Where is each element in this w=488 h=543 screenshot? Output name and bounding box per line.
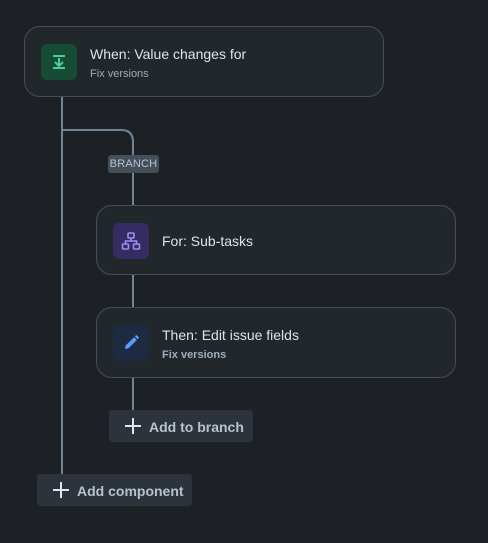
add-component-button[interactable]: Add component bbox=[37, 474, 192, 506]
download-tray-icon bbox=[53, 55, 65, 69]
branch-connector-line-2 bbox=[132, 274, 134, 308]
branch-for-icon-tile bbox=[113, 223, 149, 259]
branch-badge: BRANCH bbox=[108, 155, 159, 173]
trigger-title: When: Value changes for bbox=[90, 46, 247, 62]
trigger-subtitle: Fix versions bbox=[90, 68, 149, 80]
branch-for-card[interactable]: For: Sub-tasks bbox=[96, 205, 456, 275]
pencil-icon bbox=[125, 335, 139, 349]
plus-icon bbox=[125, 418, 141, 434]
branch-action-title: Then: Edit issue fields bbox=[162, 327, 299, 343]
branch-action-icon-tile bbox=[113, 325, 149, 361]
branch-for-title: For: Sub-tasks bbox=[162, 233, 254, 249]
branch-connector-curve bbox=[61, 128, 134, 158]
hierarchy-icon bbox=[121, 232, 141, 250]
add-component-label: Add component bbox=[77, 483, 184, 499]
branch-connector-line-1 bbox=[132, 172, 134, 206]
branch-connector-line-3 bbox=[132, 377, 134, 411]
add-to-branch-label: Add to branch bbox=[149, 419, 244, 435]
trigger-card[interactable]: When: Value changes for Fix versions bbox=[24, 26, 384, 97]
branch-action-subtitle: Fix versions bbox=[162, 349, 227, 361]
trigger-icon-tile bbox=[41, 44, 77, 80]
plus-icon bbox=[53, 482, 69, 498]
add-to-branch-button[interactable]: Add to branch bbox=[109, 410, 253, 442]
branch-action-card[interactable]: Then: Edit issue fields Fix versions bbox=[96, 307, 456, 378]
